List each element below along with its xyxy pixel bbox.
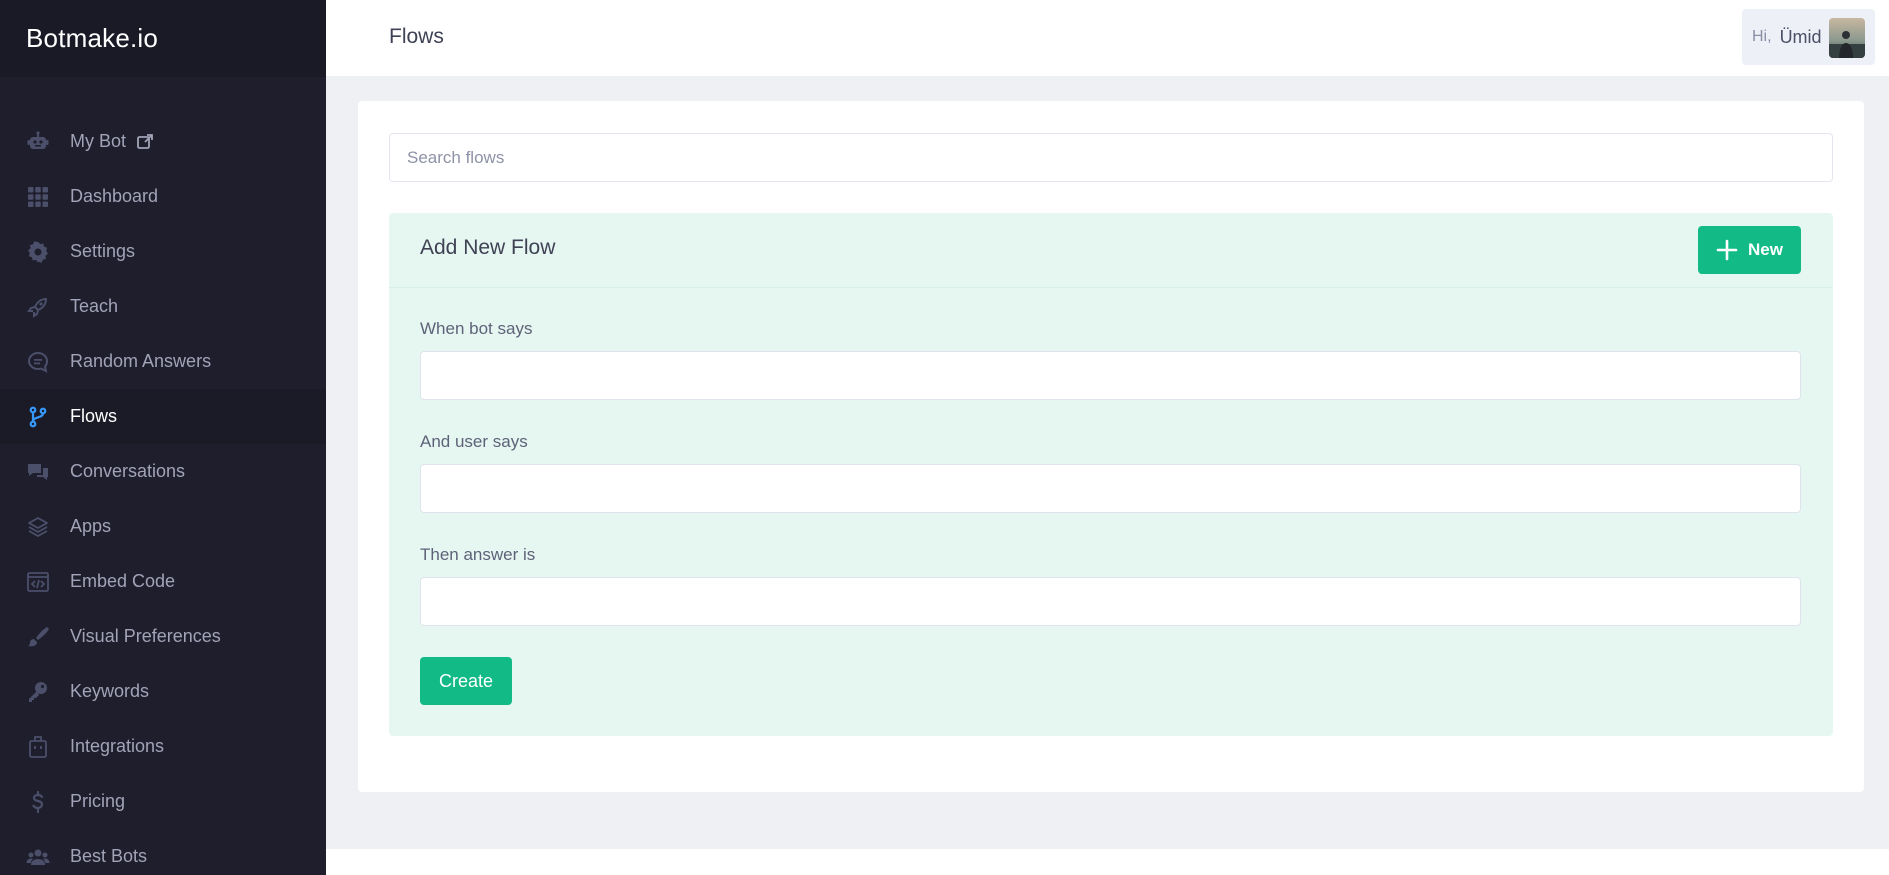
search-flows-input[interactable] xyxy=(389,133,1833,182)
sidebar-item-best-bots[interactable]: Best Bots xyxy=(0,829,326,875)
page-title: Flows xyxy=(389,25,444,48)
and-user-says-label: And user says xyxy=(420,432,528,451)
sidebar-item-label: Apps xyxy=(70,516,112,536)
code-window-icon xyxy=(26,570,50,594)
brand-logo-text[interactable]: Botmake.io xyxy=(26,23,158,54)
plus-icon xyxy=(1716,239,1738,261)
then-answer-is-input[interactable] xyxy=(420,577,1801,626)
comments-icon xyxy=(26,460,50,484)
git-branch-icon xyxy=(26,405,50,429)
sidebar-item-label: Random Answers xyxy=(70,351,212,371)
sidebar-item-label: Best Bots xyxy=(70,846,148,866)
sidebar-item-label: Integrations xyxy=(70,736,165,756)
sidebar-item-label: Settings xyxy=(70,241,136,261)
add-new-flow-header: Add New Flow New xyxy=(389,213,1833,288)
sidebar-item-label: Keywords xyxy=(70,681,150,701)
sidebar-item-label: Flows xyxy=(70,406,118,426)
sidebar-item-label: Pricing xyxy=(70,791,126,811)
sidebar-item-teach[interactable]: Teach xyxy=(0,279,326,334)
layers-icon xyxy=(26,515,50,539)
sidebar-item-flows[interactable]: Flows xyxy=(0,389,326,444)
sidebar-item-label: Dashboard xyxy=(70,186,159,206)
sidebar-item-conversations[interactable]: Conversations xyxy=(0,444,326,499)
user-greeting: Hi, xyxy=(1752,28,1772,45)
sidebar-item-my-bot[interactable]: My Bot xyxy=(0,114,326,169)
avatar[interactable] xyxy=(1829,18,1865,58)
gear-icon xyxy=(26,240,50,264)
flows-card: Add New Flow New When bot says And user … xyxy=(358,101,1864,792)
sidebar-item-embed-code[interactable]: Embed Code xyxy=(0,554,326,609)
brush-icon xyxy=(26,625,50,649)
when-bot-says-input[interactable] xyxy=(420,351,1801,400)
user-menu[interactable]: Hi, Ümid xyxy=(1742,9,1875,65)
grid-icon xyxy=(26,185,50,209)
when-bot-says-label: When bot says xyxy=(420,319,533,338)
rocket-icon xyxy=(26,295,50,319)
sidebar-item-label: Visual Preferences xyxy=(70,626,221,646)
sidebar-item-apps[interactable]: Apps xyxy=(0,499,326,554)
sidebar: Botmake.io My Bot Dashboard Settings Tea… xyxy=(0,0,326,875)
sidebar-item-label: Teach xyxy=(70,296,119,316)
and-user-says-input[interactable] xyxy=(420,464,1801,513)
box-icon xyxy=(26,735,50,759)
then-answer-is-label: Then answer is xyxy=(420,545,536,564)
footer xyxy=(326,849,1889,875)
sidebar-item-random-answers[interactable]: Random Answers xyxy=(0,334,326,389)
top-header: Flows Hi, Ümid xyxy=(326,0,1889,77)
brand-header: Botmake.io xyxy=(0,0,326,77)
new-flow-button[interactable]: New xyxy=(1698,226,1801,274)
sidebar-item-label: Conversations xyxy=(70,461,186,481)
sidebar-item-label: My Bot xyxy=(70,131,127,151)
users-icon xyxy=(26,845,50,869)
new-button-label: New xyxy=(1748,240,1783,259)
external-link-icon xyxy=(136,133,154,151)
chat-bubble-icon xyxy=(26,350,50,374)
user-name: Ümid xyxy=(1779,26,1822,47)
sidebar-item-integrations[interactable]: Integrations xyxy=(0,719,326,774)
sidebar-item-settings[interactable]: Settings xyxy=(0,224,326,279)
sidebar-item-pricing[interactable]: Pricing xyxy=(0,774,326,829)
create-button[interactable]: Create xyxy=(420,657,512,705)
sidebar-item-dashboard[interactable]: Dashboard xyxy=(0,169,326,224)
dollar-icon xyxy=(26,790,50,814)
key-icon xyxy=(26,680,50,704)
robot-icon xyxy=(26,130,50,154)
sidebar-item-label: Embed Code xyxy=(70,571,176,591)
add-new-flow-title: Add New Flow xyxy=(420,236,556,259)
add-new-flow-panel: Add New Flow New When bot says And user … xyxy=(389,213,1833,736)
sidebar-item-keywords[interactable]: Keywords xyxy=(0,664,326,719)
sidebar-item-visual-preferences[interactable]: Visual Preferences xyxy=(0,609,326,664)
